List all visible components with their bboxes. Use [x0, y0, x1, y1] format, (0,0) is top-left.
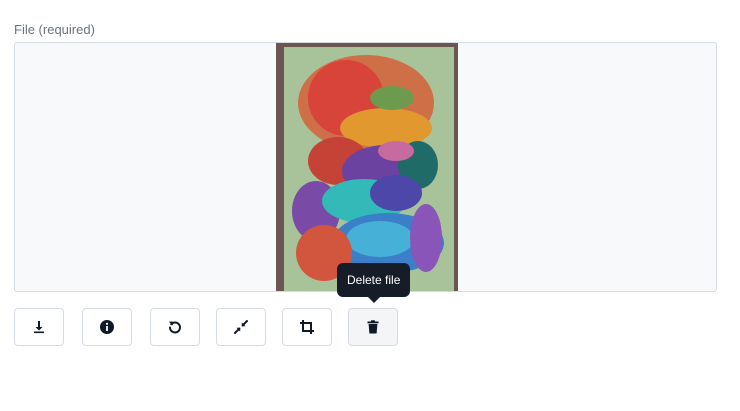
rotate-button[interactable]	[150, 308, 200, 346]
download-icon	[32, 320, 46, 334]
tooltip-text: Delete file	[347, 273, 401, 287]
crop-button[interactable]	[282, 308, 332, 346]
tooltip-arrow	[367, 297, 380, 303]
field-label: File (required)	[14, 22, 95, 37]
compress-icon	[233, 319, 249, 335]
collapse-button[interactable]	[216, 308, 266, 346]
trash-icon	[366, 320, 380, 334]
watercolor-image	[276, 43, 458, 291]
download-button[interactable]	[14, 308, 64, 346]
info-icon	[99, 319, 115, 335]
delete-button[interactable]	[348, 308, 398, 346]
info-button[interactable]	[82, 308, 132, 346]
image-preview	[14, 42, 717, 292]
delete-tooltip: Delete file	[337, 263, 411, 303]
rotate-left-icon	[167, 319, 183, 335]
crop-icon	[299, 319, 315, 335]
